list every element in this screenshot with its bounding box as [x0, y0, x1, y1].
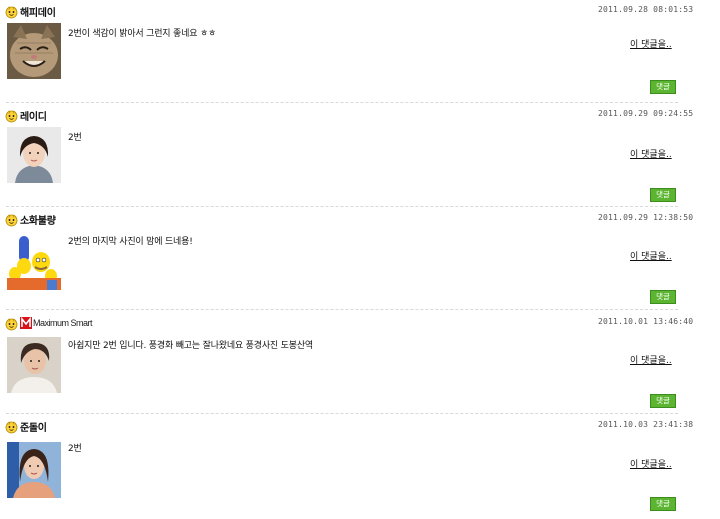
reply-to-comment-link[interactable]: 이 댓글을..	[630, 37, 672, 50]
comment-item: 해피데이 2011.09.28 08:01:53 2번이 색감이 밝아서 그런지…	[0, 0, 720, 104]
comment-divider	[6, 206, 678, 207]
comment-divider	[6, 309, 678, 310]
member-grade-icon	[5, 110, 18, 123]
reply-to-comment-link[interactable]: 이 댓글을..	[630, 457, 672, 470]
member-grade-icon	[5, 214, 18, 227]
reply-button[interactable]: 댓글	[650, 80, 676, 94]
comment-list: 해피데이 2011.09.28 08:01:53 2번이 색감이 밝아서 그런지…	[0, 0, 720, 511]
comment-text: 2번	[68, 444, 82, 454]
comment-divider	[6, 102, 678, 103]
comment-item: 소화불량 2011.09.29 12:38:50 2번의 마지막 사진이 맘에 …	[0, 208, 720, 312]
author-nickname[interactable]: 소화불량	[20, 212, 56, 227]
comment-text: 2번의 마지막 사진이 맘에 드네용!	[68, 237, 193, 247]
comment-divider	[6, 413, 678, 414]
reply-button[interactable]: 댓글	[650, 497, 676, 511]
author-nickname[interactable]: 레이디	[20, 108, 47, 123]
cartoon-family-avatar	[7, 234, 61, 290]
author-nickname-logo[interactable]: Maximum Smart	[20, 316, 93, 330]
comment-item: 준돌이 2011.10.03 23:41:38 2번 이 댓글을.. 댓글	[0, 415, 720, 519]
reply-to-comment-link[interactable]: 이 댓글을..	[630, 147, 672, 160]
comment-text: 아쉽지만 2번 입니다. 풍경화 빼고는 잘나왔네요 풍경사진 도봉산역	[68, 341, 313, 351]
comment-date: 2011.10.03 23:41:38	[598, 420, 694, 429]
reply-button[interactable]: 댓글	[650, 188, 676, 202]
smiling-cat-avatar	[7, 23, 61, 79]
person-photo-avatar	[7, 337, 61, 393]
author-nickname[interactable]: 준돌이	[20, 419, 47, 434]
comment-date: 2011.09.29 12:38:50	[598, 213, 694, 222]
reply-to-comment-link[interactable]: 이 댓글을..	[630, 249, 672, 262]
comment-date: 2011.09.28 08:01:53	[598, 5, 694, 14]
reply-to-comment-link[interactable]: 이 댓글을..	[630, 353, 672, 366]
member-grade-icon	[5, 421, 18, 434]
woman-portrait-avatar	[7, 127, 61, 183]
maximum-smart-logo-icon	[20, 317, 32, 329]
comment-item: 레이디 2011.09.29 09:24:55 2번 이 댓글을.. 댓글	[0, 104, 720, 208]
reply-button[interactable]: 댓글	[650, 290, 676, 304]
author-nickname: Maximum Smart	[33, 318, 93, 328]
comment-text: 2번	[68, 133, 82, 143]
author-nickname[interactable]: 해피데이	[20, 4, 56, 19]
comment-date: 2011.09.29 09:24:55	[598, 109, 694, 118]
comment-date: 2011.10.01 13:46:40	[598, 317, 694, 326]
member-grade-icon	[5, 318, 18, 331]
reply-button[interactable]: 댓글	[650, 394, 676, 408]
comment-item: Maximum Smart 2011.10.01 13:46:40 아쉽지만 2…	[0, 312, 720, 416]
member-grade-icon	[5, 6, 18, 19]
comment-text: 2번이 색감이 밝아서 그런지 좋네요 ㅎㅎ	[68, 29, 217, 39]
woman-photo-avatar	[7, 442, 61, 498]
